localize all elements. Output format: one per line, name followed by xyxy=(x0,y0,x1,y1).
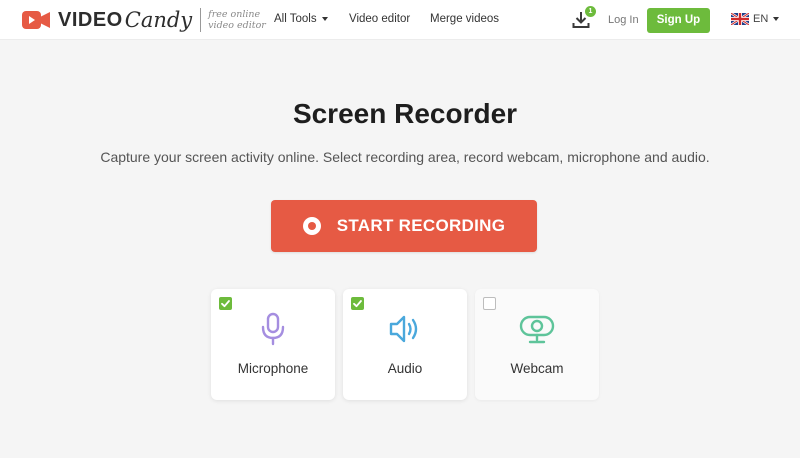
videocandy-logo[interactable]: VIDEO Candy free online video editor xyxy=(22,6,266,34)
logo-text-candy: Candy xyxy=(124,8,193,32)
video-camera-logo-icon xyxy=(22,11,50,29)
record-icon xyxy=(302,217,321,235)
microphone-icon xyxy=(261,312,285,346)
speaker-icon xyxy=(389,315,418,343)
microphone-label: Microphone xyxy=(237,361,309,376)
chevron-down-icon xyxy=(773,17,780,21)
checkmark-icon xyxy=(353,300,362,308)
microphone-checkbox[interactable] xyxy=(219,297,232,310)
chevron-down-icon xyxy=(321,17,328,21)
start-recording-button[interactable]: START RECORDING xyxy=(271,200,537,252)
login-link[interactable]: Log In xyxy=(608,14,639,26)
audio-checkbox[interactable] xyxy=(351,297,364,310)
webcam-icon xyxy=(519,315,555,344)
option-card-microphone[interactable]: Microphone xyxy=(211,289,335,400)
language-label: EN xyxy=(753,13,769,25)
start-recording-label: START RECORDING xyxy=(336,216,506,235)
logo-tagline-line2: video editor xyxy=(208,20,266,31)
webcam-checkbox[interactable] xyxy=(483,297,496,310)
nav-all-tools[interactable]: All Tools xyxy=(274,13,328,25)
page-subtitle: Capture your screen activity online. Sel… xyxy=(100,149,710,165)
logo-tagline-line1: free online xyxy=(208,9,261,20)
nav-merge-videos[interactable]: Merge videos xyxy=(430,13,499,25)
top-header: VIDEO Candy free online video editor All… xyxy=(0,0,800,40)
downloads-count-badge: 1 xyxy=(585,6,596,17)
language-selector[interactable]: EN xyxy=(731,13,780,25)
audio-label: Audio xyxy=(387,361,423,376)
nav-video-editor[interactable]: Video editor xyxy=(349,13,410,25)
signup-button[interactable]: Sign Up xyxy=(647,8,710,33)
logo-text-video: VIDEO xyxy=(58,8,123,31)
uk-flag-icon xyxy=(731,13,749,25)
option-card-webcam[interactable]: Webcam xyxy=(475,289,599,400)
nav-all-tools-label: All Tools xyxy=(274,13,317,25)
checkmark-icon xyxy=(221,300,230,308)
page-title: Screen Recorder xyxy=(292,98,518,129)
logo-divider xyxy=(200,8,202,32)
option-card-audio[interactable]: Audio xyxy=(343,289,467,400)
logo-tagline: free online video editor xyxy=(208,9,266,31)
webcam-label: Webcam xyxy=(510,361,564,376)
